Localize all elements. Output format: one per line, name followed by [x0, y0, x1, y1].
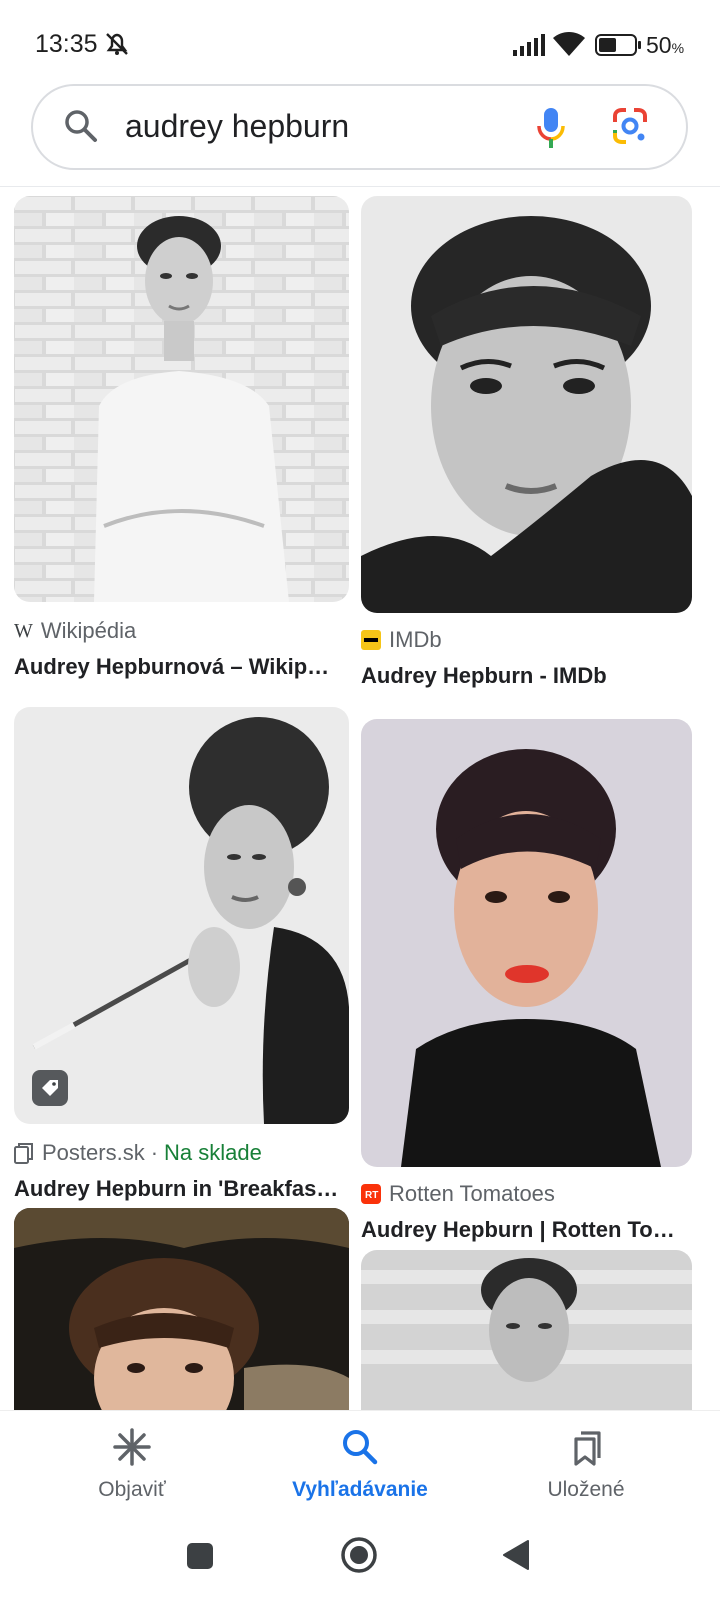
- tag-icon: [32, 1070, 68, 1106]
- status-bar: 13:35 50%: [0, 0, 720, 80]
- google-lens-icon[interactable]: [611, 106, 649, 151]
- nav-label: Vyhľadávanie: [292, 1478, 428, 1501]
- search-input[interactable]: audrey hepburn: [125, 108, 349, 145]
- image-result-card[interactable]: [14, 1208, 349, 1410]
- search-icon[interactable]: [63, 108, 99, 149]
- source-name: IMDb: [389, 627, 442, 652]
- result-source: W Wikipédia: [14, 616, 349, 646]
- mute-icon: [102, 30, 132, 63]
- imdb-icon: [361, 630, 381, 650]
- battery-percent: 50%: [646, 32, 685, 58]
- separator: ·: [150, 1140, 159, 1165]
- result-title[interactable]: Audrey Hepburn in 'Breakfas…: [14, 1176, 349, 1202]
- signal-icon: [513, 34, 545, 61]
- result-image[interactable]: [361, 196, 692, 613]
- image-result-card[interactable]: [361, 1250, 692, 1410]
- image-result-card[interactable]: Posters.sk · Na sklade Audrey Hepburn in…: [14, 707, 349, 1202]
- result-image[interactable]: [14, 196, 349, 602]
- wikipedia-icon: W: [14, 619, 33, 642]
- discover-asterisk-icon: [112, 1428, 152, 1471]
- result-image[interactable]: [361, 1250, 692, 1410]
- image-result-card[interactable]: RT Rotten Tomatoes Audrey Hepburn | Rott…: [361, 719, 692, 1243]
- svg-text:RT: RT: [365, 1190, 378, 1201]
- image-result-card[interactable]: W Wikipédia Audrey Hepburnová – Wikip…: [14, 196, 349, 680]
- nav-label: Objaviť: [98, 1478, 166, 1501]
- shopping-icon: [14, 1142, 34, 1164]
- source-name: Wikipédia: [40, 618, 137, 643]
- result-image[interactable]: [14, 1208, 349, 1410]
- result-title[interactable]: Audrey Hepburnová – Wikip…: [14, 654, 349, 680]
- clock: 13:35: [35, 30, 98, 58]
- result-source: IMDb: [361, 625, 692, 655]
- wifi-icon: [553, 32, 585, 61]
- result-image[interactable]: [361, 719, 692, 1167]
- result-title[interactable]: Audrey Hepburn - IMDb: [361, 663, 692, 689]
- system-navigation-bar: [0, 1520, 720, 1600]
- search-icon: [340, 1430, 380, 1471]
- header-divider: [0, 186, 720, 187]
- nav-saved[interactable]: Uložené: [486, 1427, 686, 1502]
- result-source: Posters.sk · Na sklade: [14, 1138, 349, 1168]
- result-title[interactable]: Audrey Hepburn | Rotten To…: [361, 1217, 692, 1243]
- home-button[interactable]: [340, 1536, 378, 1579]
- microphone-icon[interactable]: [535, 104, 567, 155]
- search-bar[interactable]: audrey hepburn: [31, 84, 688, 170]
- back-button[interactable]: [502, 1539, 530, 1576]
- nav-search[interactable]: Vyhľadávanie: [260, 1427, 460, 1502]
- source-name: Posters.sk: [42, 1140, 145, 1165]
- stock-status: Na sklade: [164, 1140, 262, 1165]
- nav-label: Uložené: [547, 1478, 625, 1501]
- nav-discover[interactable]: Objaviť: [32, 1427, 232, 1502]
- result-image[interactable]: [14, 707, 349, 1124]
- rotten-tomatoes-icon: RT: [361, 1184, 381, 1204]
- bottom-navigation: Objaviť Vyhľadávanie Uložené: [0, 1410, 720, 1521]
- battery-icon: [595, 34, 643, 61]
- recents-button[interactable]: [186, 1542, 214, 1575]
- image-result-card[interactable]: IMDb Audrey Hepburn - IMDb: [361, 196, 692, 689]
- bookmarks-icon: [566, 1431, 606, 1471]
- image-results-grid: W Wikipédia Audrey Hepburnová – Wikip… I…: [0, 188, 720, 1410]
- source-name: Rotten Tomatoes: [389, 1181, 555, 1206]
- result-source: RT Rotten Tomatoes: [361, 1179, 692, 1209]
